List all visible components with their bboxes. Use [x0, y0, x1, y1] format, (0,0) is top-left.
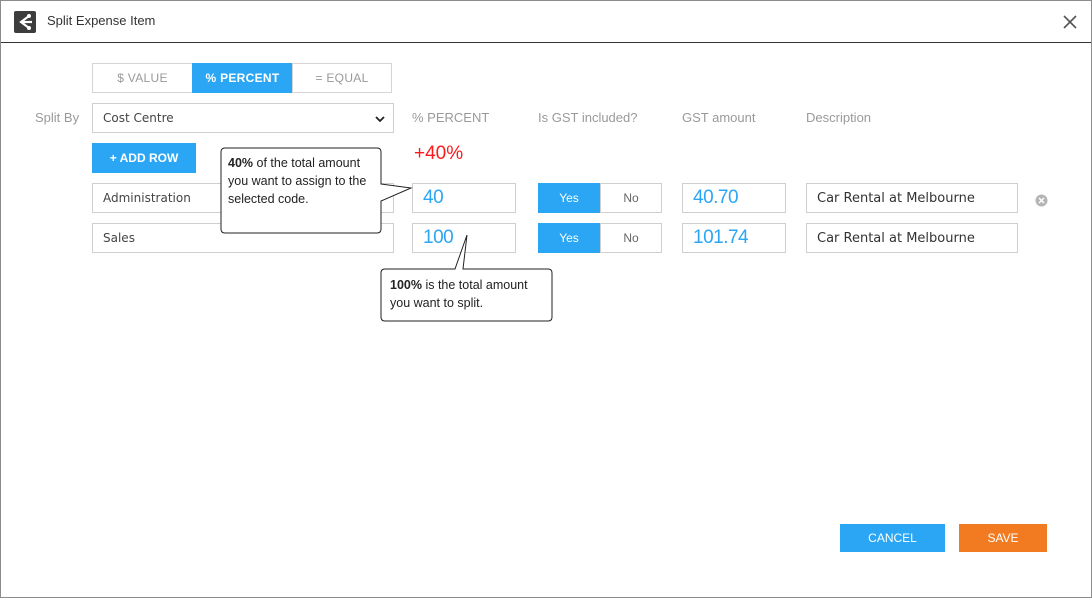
row-1-gst-amount-input[interactable]: 40.70: [682, 183, 786, 213]
row-2-percent-input[interactable]: 100: [412, 223, 516, 253]
tab-value[interactable]: $ VALUE: [92, 63, 193, 93]
row-2-gst-no-button[interactable]: No: [600, 223, 662, 253]
callout-1-bold: 40%: [228, 156, 254, 170]
callout-1-text: 40% of the total amount you want to assi…: [228, 154, 378, 208]
callout-2-bold: 100%: [390, 278, 422, 292]
save-button[interactable]: SAVE: [959, 524, 1047, 552]
row-1-gst-yes-button[interactable]: Yes: [538, 183, 600, 213]
tab-percent[interactable]: % PERCENT: [192, 63, 293, 93]
add-row-button[interactable]: + ADD ROW: [92, 143, 196, 173]
percent-column-header: % PERCENT: [412, 110, 490, 125]
tab-equal[interactable]: = EQUAL: [292, 63, 392, 93]
split-by-value: Cost Centre: [103, 111, 174, 125]
gst-included-column-header: Is GST included?: [538, 110, 638, 125]
split-by-label: Split By: [35, 110, 80, 125]
split-expense-dialog: Split Expense Item $ VALUE % PERCENT = E…: [0, 0, 1092, 598]
cancel-button[interactable]: CANCEL: [840, 524, 945, 552]
row-2-description-input[interactable]: Car Rental at Melbourne: [806, 223, 1018, 253]
dialog-title: Split Expense Item: [47, 13, 156, 28]
row-2-gst-yes-button[interactable]: Yes: [538, 223, 600, 253]
row-1-description-input[interactable]: Car Rental at Melbourne: [806, 183, 1018, 213]
split-by-select[interactable]: Cost Centre: [92, 103, 394, 133]
dialog-titlebar: Split Expense Item: [1, 1, 1091, 43]
remove-row-icon[interactable]: [1035, 192, 1048, 207]
total-percent-indicator: +40%: [414, 143, 464, 164]
close-icon[interactable]: [1061, 13, 1079, 31]
gst-amount-column-header: GST amount: [682, 110, 756, 125]
split-icon: [14, 11, 36, 33]
row-2-code-field[interactable]: Sales: [92, 223, 394, 253]
row-1-gst-no-button[interactable]: No: [600, 183, 662, 213]
row-2-gst-amount-input[interactable]: 101.74: [682, 223, 786, 253]
chevron-down-icon: [374, 113, 386, 128]
description-column-header: Description: [806, 110, 872, 125]
callout-2-text: 100% is the total amount you want to spl…: [390, 276, 550, 312]
row-1-percent-input[interactable]: 40: [412, 183, 516, 213]
